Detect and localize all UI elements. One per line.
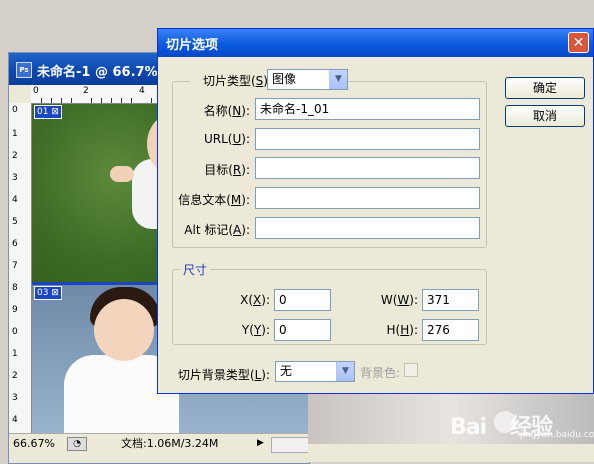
underlying-statusbar-strip [308,444,594,462]
h-label: H(H): [386,323,418,337]
ruler-number: 1 [12,349,18,359]
ruler-number: 4 [139,86,145,96]
ruler-number: 4 [12,195,18,205]
url-label: URL(U): [203,132,250,146]
ruler-number: 0 [12,105,18,115]
bg-type-select[interactable]: 无 ▼ [275,361,355,382]
ruler-number: 4 [12,415,18,425]
message-text-field[interactable] [255,187,480,209]
w-field[interactable]: 371 [422,289,479,311]
ruler-number: 3 [12,173,18,183]
ruler-number: 7 [12,261,18,271]
watermark-subtext: jingyan.baidu.com [520,430,594,440]
name-label: 名称(N): [203,104,250,118]
status-arrow-icon[interactable]: ▶ [257,437,267,449]
dialog-titlebar[interactable]: 切片选项 ✕ [158,29,593,57]
y-label: Y(Y): [241,323,270,337]
target-field[interactable] [255,157,480,179]
ruler-number: 9 [12,305,18,315]
ruler-number: 6 [12,239,18,249]
chevron-down-icon[interactable]: ▼ [336,362,354,381]
h-field[interactable]: 276 [422,319,479,341]
slice-type-label: 切片类型(S): [190,72,274,89]
status-bar: 66.67% ◔ 文档:1.06M/3.24M ▶ [9,433,309,454]
cancel-button[interactable]: 取消 [505,105,585,127]
ruler-number: 2 [12,151,18,161]
child-face [94,299,154,361]
chevron-down-icon[interactable]: ▼ [329,70,347,89]
vertical-ruler: 0 1 2 3 4 5 6 7 8 9 0 1 2 3 4 [9,103,32,433]
size-group-legend: 尺寸 [180,261,211,278]
ruler-number: 8 [12,283,18,293]
baidu-watermark: Bai经验 jingyan.baidu.com [450,405,594,440]
ruler-number: 0 [12,327,18,337]
x-field[interactable]: 0 [274,289,331,311]
horizontal-scrollbar[interactable] [271,437,309,453]
url-field[interactable] [255,128,480,150]
x-label: X(X): [240,293,270,307]
message-text-label: 信息文本(M): [178,193,250,207]
bg-type-label: 切片背景类型(L): [177,368,270,382]
slice-type-select[interactable]: 图像 ▼ [267,69,348,90]
child-hand [110,166,134,182]
alt-tag-field[interactable] [255,217,480,239]
name-field[interactable]: 未命名-1_01 [255,98,480,120]
document-title: 未命名-1 @ 66.7% [37,65,158,80]
target-label: 目标(R): [204,163,250,177]
ruler-number: 2 [12,371,18,381]
slice-badge-03[interactable]: 03 ⊠ [34,286,62,300]
status-menu-icon[interactable]: ◔ [67,437,87,451]
y-field[interactable]: 0 [274,319,331,341]
bg-color-label: 背景色: [359,366,400,380]
ruler-number: 3 [12,393,18,403]
paw-icon [494,411,516,433]
ok-button[interactable]: 确定 [505,77,585,99]
photoshop-app-icon: Ps [16,62,32,78]
bg-color-swatch [404,363,418,377]
dialog-title: 切片选项 [166,38,219,53]
slice-options-dialog: 切片选项 ✕ 切片类型(S): 图像 ▼ 名称(N): 未命名-1_01 URL… [157,28,594,394]
w-label: W(W): [380,293,418,307]
alt-tag-label: Alt 标记(A): [184,223,250,237]
bg-type-value: 无 [280,364,293,378]
ruler-number: 0 [33,86,39,96]
slice-type-value: 图像 [272,72,297,86]
ruler-number: 5 [12,217,18,227]
slice-badge-01[interactable]: 01 ⊠ [34,105,62,119]
document-size: 文档:1.06M/3.24M [121,437,219,450]
ruler-number: 1 [12,129,18,139]
close-button[interactable]: ✕ [568,32,589,53]
zoom-level-field[interactable]: 66.67% [13,437,63,451]
ruler-number: 2 [83,86,89,96]
